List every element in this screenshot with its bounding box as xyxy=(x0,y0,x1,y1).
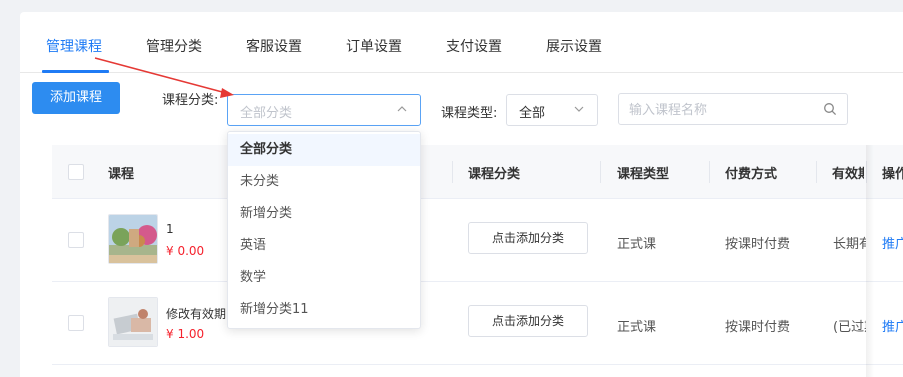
column-divider xyxy=(709,161,710,183)
add-course-button[interactable]: 添加课程 xyxy=(32,82,120,114)
course-type: 正式课 xyxy=(617,237,657,252)
course-price: ¥ 0.00 xyxy=(166,244,205,258)
dropdown-option-uncategorized[interactable]: 未分类 xyxy=(228,166,420,198)
dropdown-option-english[interactable]: 英语 xyxy=(228,230,420,262)
header-category: 课程分类 xyxy=(468,167,521,182)
tab-manage-categories[interactable]: 管理分类 xyxy=(146,36,202,56)
payment-method: 按课时付费 xyxy=(725,237,791,252)
search-icon[interactable] xyxy=(823,102,837,116)
type-filter-label: 课程类型: xyxy=(441,106,498,121)
add-category-button[interactable]: 点击添加分类 xyxy=(468,222,588,254)
select-all-checkbox[interactable] xyxy=(68,164,84,180)
table-row: 1 ¥ 0.00 点击添加分类 正式课 按课时付费 长期有效 推广 xyxy=(52,199,903,282)
course-name: 1 xyxy=(166,222,174,236)
validity: 长期有效 xyxy=(833,237,866,252)
course-thumbnail xyxy=(108,297,158,347)
chevron-up-icon xyxy=(397,106,407,112)
category-dropdown-menu: 全部分类 未分类 新增分类 英语 数学 新增分类11 xyxy=(227,131,421,329)
table-row: 修改有效期 ¥ 1.00 点击添加分类 正式课 按课时付费 (已过期) 推广 xyxy=(52,282,903,365)
tab-display-settings[interactable]: 展示设置 xyxy=(546,36,602,56)
chevron-down-icon xyxy=(574,106,584,112)
promote-link[interactable]: 推广 xyxy=(882,233,903,252)
row-checkbox[interactable] xyxy=(68,232,84,248)
dropdown-option-math[interactable]: 数学 xyxy=(228,262,420,294)
active-tab-indicator xyxy=(42,70,109,73)
tab-bar: 管理课程 管理分类 客服设置 订单设置 支付设置 展示设置 xyxy=(20,12,903,73)
type-select[interactable]: 全部 xyxy=(506,94,598,126)
course-price: ¥ 1.00 xyxy=(166,327,205,341)
promote-link[interactable]: 推广 xyxy=(882,316,903,335)
column-divider xyxy=(866,161,867,183)
header-course: 课程 xyxy=(108,167,135,182)
header-type: 课程类型 xyxy=(617,167,670,182)
course-name: 修改有效期 xyxy=(166,307,227,321)
add-category-button[interactable]: 点击添加分类 xyxy=(468,305,588,337)
header-validity: 有效期 xyxy=(832,167,864,182)
header-actions: 操作 xyxy=(882,167,903,182)
category-select-value: 全部分类 xyxy=(240,106,293,121)
dropdown-option-new-category-11[interactable]: 新增分类11 xyxy=(228,294,420,326)
course-search-box xyxy=(618,93,848,125)
tab-manage-courses[interactable]: 管理课程 xyxy=(46,36,102,56)
category-select[interactable]: 全部分类 xyxy=(227,94,421,126)
tab-customer-service[interactable]: 客服设置 xyxy=(246,36,302,56)
course-search-input[interactable] xyxy=(629,100,809,120)
row-checkbox[interactable] xyxy=(68,315,84,331)
validity: (已过期) xyxy=(833,320,866,335)
course-type: 正式课 xyxy=(617,320,657,335)
dropdown-option-new-category[interactable]: 新增分类 xyxy=(228,198,420,230)
tab-payment-settings[interactable]: 支付设置 xyxy=(446,36,502,56)
category-filter-label: 课程分类: xyxy=(162,93,219,108)
header-payment: 付费方式 xyxy=(725,167,778,182)
dropdown-option-all[interactable]: 全部分类 xyxy=(228,134,420,166)
type-select-value: 全部 xyxy=(519,106,546,121)
column-divider xyxy=(452,161,453,183)
payment-method: 按课时付费 xyxy=(725,320,791,335)
course-thumbnail xyxy=(108,214,158,264)
tab-order-settings[interactable]: 订单设置 xyxy=(346,36,402,56)
table-header: 课程 课程分类 课程类型 付费方式 有效期 操作 xyxy=(52,145,903,199)
column-divider xyxy=(600,161,601,183)
column-divider xyxy=(816,161,817,183)
